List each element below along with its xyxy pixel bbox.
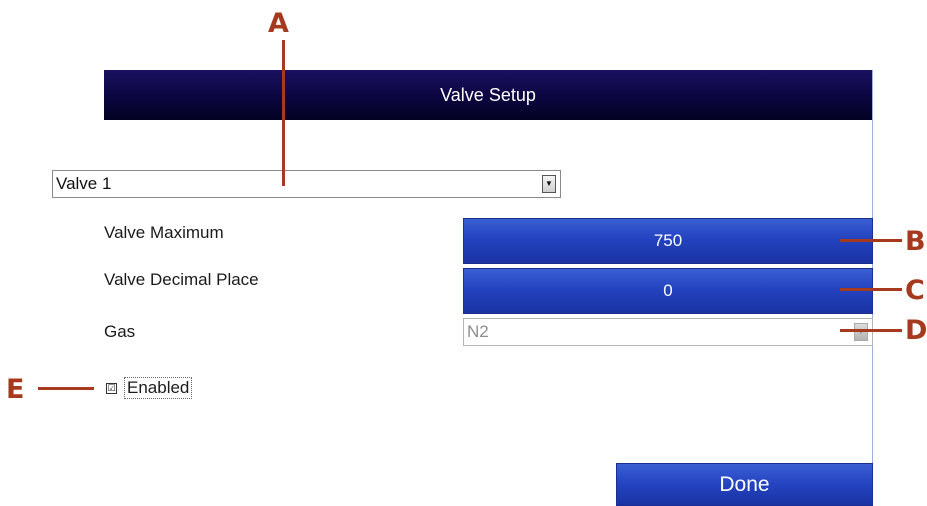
valve-maximum-value: 750 [653, 231, 683, 250]
window-title: Valve Setup [440, 84, 536, 105]
valve-select-value: Valve 1 [56, 174, 112, 193]
enabled-checkbox[interactable]: ☑ [106, 382, 117, 394]
enabled-label[interactable]: Enabled [124, 377, 193, 399]
callout-e: E [6, 374, 25, 405]
gas-value: N2 [467, 322, 489, 341]
gas-label: Gas [104, 322, 136, 341]
callout-c: C [905, 275, 925, 306]
callout-e-line [38, 387, 94, 390]
callout-b: B [905, 226, 926, 257]
valve-decimal-place-value: 0 [663, 281, 673, 300]
gas-dropdown[interactable]: N2 ▼ [463, 318, 873, 346]
done-button[interactable]: Done [616, 463, 873, 506]
valve-decimal-place-label: Valve Decimal Place [104, 270, 259, 289]
valve-maximum-label: Valve Maximum [104, 223, 224, 242]
callout-d-line [840, 329, 902, 332]
valve-decimal-place-button[interactable]: 0 [463, 268, 873, 314]
chevron-down-icon[interactable]: ▼ [854, 323, 868, 341]
callout-b-line [840, 239, 902, 242]
callout-c-line [840, 288, 902, 291]
valve-maximum-button[interactable]: 750 [463, 218, 873, 264]
chevron-down-icon[interactable]: ▼ [542, 175, 556, 193]
enabled-checkbox-row[interactable]: ☑ Enabled [106, 374, 193, 402]
valve-select-dropdown[interactable]: Valve 1 ▼ [52, 170, 561, 198]
callout-d: D [905, 315, 927, 346]
done-label: Done [719, 472, 770, 496]
callout-a-line [282, 40, 285, 186]
callout-a: A [268, 8, 289, 39]
title-bar: Valve Setup [104, 70, 872, 120]
